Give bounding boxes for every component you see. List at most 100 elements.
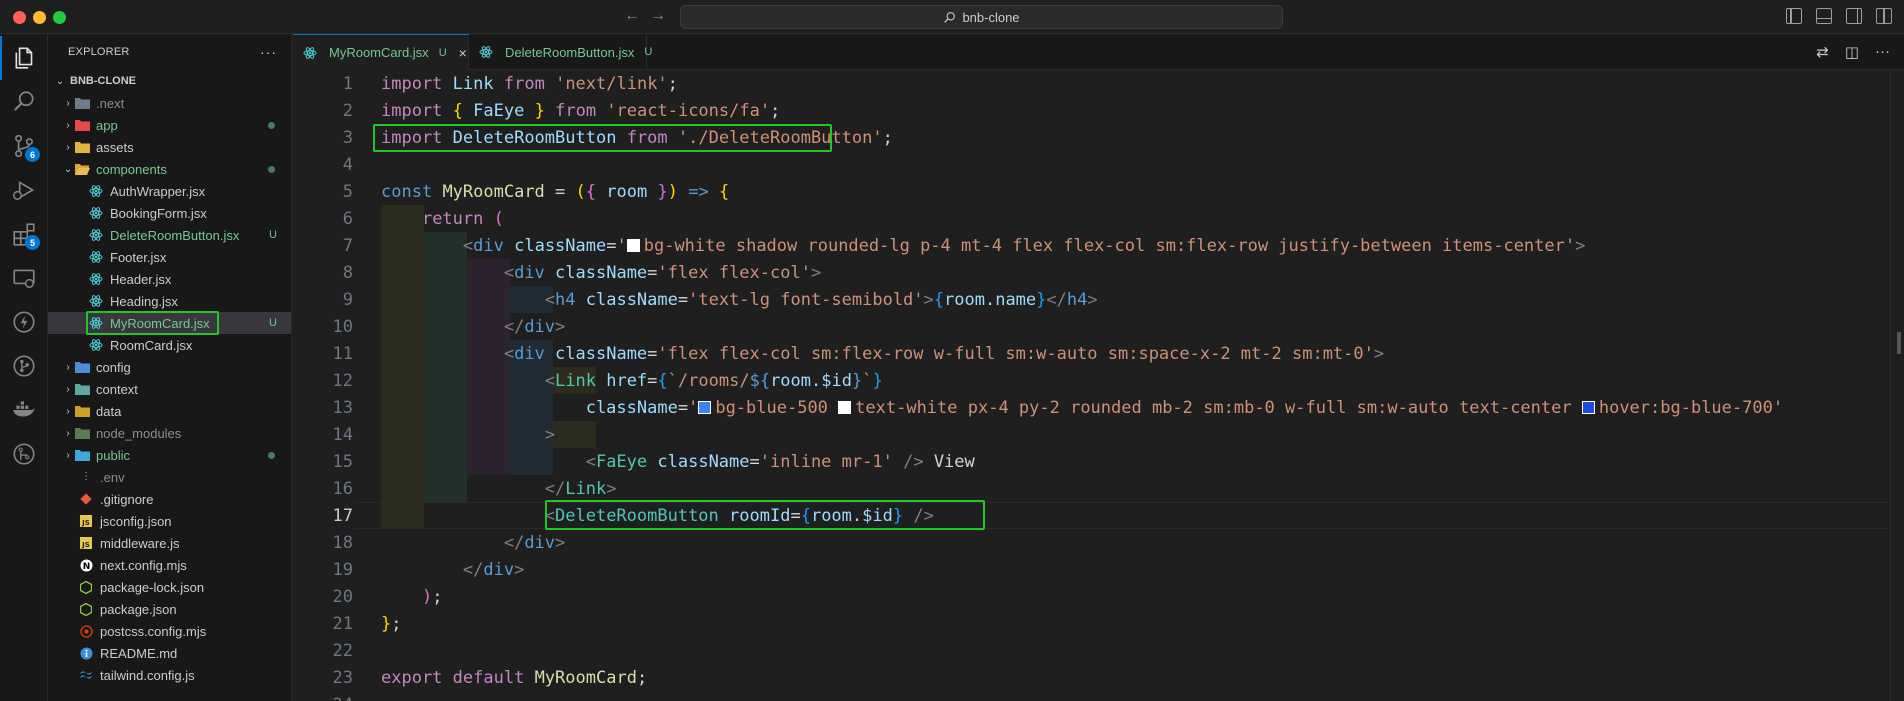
run-debug-activity[interactable] <box>0 168 48 212</box>
search-icon <box>14 91 34 111</box>
remote-explorer-activity[interactable] <box>0 256 48 300</box>
code-line: 5 const MyRoomCard = ({ room }) => { <box>293 178 1904 205</box>
file-footer[interactable]: Footer.jsx <box>48 246 291 268</box>
chevron-right-icon: › <box>66 361 70 373</box>
tab-status: U <box>644 46 653 58</box>
file-roomcard[interactable]: RoomCard.jsx <box>48 334 291 356</box>
file-bookingform[interactable]: BookingForm.jsx <box>48 202 291 224</box>
gitlens-activity[interactable] <box>0 432 48 476</box>
code-line: 8 <div className='flex flex-col'> <box>293 259 1904 286</box>
line-number: 18 <box>332 532 353 553</box>
folder-data[interactable]: › data <box>48 400 291 422</box>
git-graph-activity[interactable] <box>0 344 48 388</box>
info-icon <box>78 645 94 661</box>
toggle-primary-sidebar-icon[interactable] <box>1786 8 1802 24</box>
tree-item-label: Header.jsx <box>110 271 172 287</box>
nodejs-icon <box>78 601 94 617</box>
command-center-search[interactable]: bnb-clone <box>680 5 1283 29</box>
tree-item-label: config <box>96 359 131 375</box>
svg-text:JS: JS <box>81 519 90 527</box>
gitlens-icon <box>13 443 35 465</box>
file-readme[interactable]: README.md <box>48 642 291 664</box>
line-number: 16 <box>332 478 353 499</box>
file-jsconfig[interactable]: JS jsconfig.json <box>48 510 291 532</box>
file-env[interactable]: ⫶ .env <box>48 466 291 488</box>
react-icon <box>88 293 104 309</box>
open-changes-icon[interactable]: ⇄ <box>1816 43 1829 61</box>
file-heading[interactable]: Heading.jsx <box>48 290 291 312</box>
tab-deleteroombutton[interactable]: DeleteRoomButton.jsx U <box>469 34 652 70</box>
folder-node-modules[interactable]: › node_modules <box>48 422 291 444</box>
lightning-icon <box>13 311 35 333</box>
tree-item-label: README.md <box>100 645 178 661</box>
folder-icon <box>74 447 90 463</box>
line-number: 19 <box>332 559 353 580</box>
toggle-secondary-sidebar-icon[interactable] <box>1846 8 1862 24</box>
zoom-window-button[interactable] <box>53 11 66 24</box>
minimize-window-button[interactable] <box>33 11 46 24</box>
source-control-activity[interactable]: 6 <box>0 124 48 168</box>
folder-config[interactable]: › config <box>48 356 291 378</box>
line-number: 22 <box>332 640 353 661</box>
docker-icon <box>13 401 35 417</box>
explorer-activity[interactable] <box>0 36 48 80</box>
folder-icon <box>74 117 90 133</box>
file-authwrapper[interactable]: AuthWrapper.jsx <box>48 180 291 202</box>
svg-text:N: N <box>82 562 90 572</box>
file-deleteroombutton[interactable]: DeleteRoomButton.jsx U <box>48 224 291 246</box>
tree-item-label: package.json <box>100 601 177 617</box>
extensions-activity[interactable]: 5 <box>0 212 48 256</box>
folder-icon <box>74 139 90 155</box>
close-icon[interactable]: × <box>459 45 467 61</box>
folder-context[interactable]: › context <box>48 378 291 400</box>
file-package-lock[interactable]: package-lock.json <box>48 576 291 598</box>
tree-item-label: Heading.jsx <box>110 293 178 309</box>
code-editor[interactable]: 1 import Link from 'next/link'; 2 import… <box>293 70 1904 701</box>
explorer-more-button[interactable]: ··· <box>260 44 277 60</box>
search-activity[interactable] <box>0 80 48 124</box>
folder-next[interactable]: › .next <box>48 92 291 114</box>
react-icon <box>303 45 317 61</box>
line-number: 14 <box>332 424 353 445</box>
file-header[interactable]: Header.jsx <box>48 268 291 290</box>
back-arrow-icon[interactable]: ← <box>624 7 640 25</box>
editor-scrollbar[interactable] <box>1890 70 1904 701</box>
file-postcss-config[interactable]: postcss.config.mjs <box>48 620 291 642</box>
folder-components[interactable]: ⌄ components <box>48 158 291 180</box>
docker-activity[interactable] <box>0 388 48 432</box>
chevron-right-icon: › <box>66 427 70 439</box>
tab-myroomcard[interactable]: MyRoomCard.jsx U × <box>293 34 469 70</box>
js-config-icon: JS <box>78 513 94 529</box>
file-myroomcard[interactable]: MyRoomCard.jsx U <box>48 311 291 335</box>
close-window-button[interactable] <box>13 11 26 24</box>
customize-layout-icon[interactable] <box>1876 8 1892 24</box>
folder-app[interactable]: › app <box>48 114 291 136</box>
env-file-icon: ⫶ <box>84 469 88 484</box>
file-next-config[interactable]: N next.config.mjs <box>48 554 291 576</box>
line-number: 15 <box>332 451 353 472</box>
tree-item-label: postcss.config.mjs <box>100 623 207 639</box>
toggle-panel-icon[interactable] <box>1816 8 1832 24</box>
file-tailwind-config[interactable]: tailwind.config.js <box>48 664 291 686</box>
code-line: 9 <h4 className='text-lg font-semibold'>… <box>293 286 1904 313</box>
folder-assets[interactable]: › assets <box>48 136 291 158</box>
scrollbar-thumb[interactable] <box>1897 332 1901 354</box>
folder-icon <box>74 403 90 419</box>
forward-arrow-icon[interactable]: → <box>650 7 666 25</box>
thunder-client-activity[interactable] <box>0 300 48 344</box>
folder-open-icon <box>74 161 90 177</box>
tree-item-label: .gitignore <box>100 491 154 507</box>
more-actions-icon[interactable]: ··· <box>1875 43 1890 61</box>
file-middleware[interactable]: JS middleware.js <box>48 532 291 554</box>
file-package[interactable]: package.json <box>48 598 291 620</box>
file-gitignore[interactable]: .gitignore <box>48 488 291 510</box>
untracked-status: U <box>269 317 277 329</box>
chevron-down-icon: ⌄ <box>63 163 73 175</box>
folder-icon <box>74 425 90 441</box>
split-editor-icon[interactable]: ◫ <box>1845 43 1859 61</box>
folder-icon <box>74 381 90 397</box>
explorer-title: EXPLORER <box>68 46 130 58</box>
react-icon <box>88 337 104 353</box>
root-folder[interactable]: ⌄ BNB-CLONE <box>48 70 291 92</box>
folder-public[interactable]: › public <box>48 444 291 466</box>
